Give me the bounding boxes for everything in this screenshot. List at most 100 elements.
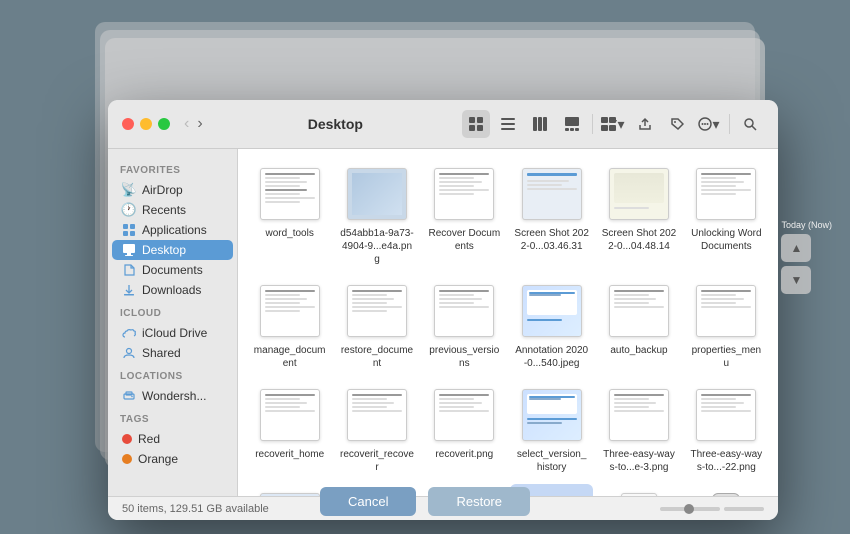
cancel-button[interactable]: Cancel [320, 487, 416, 516]
file-item[interactable]: auto_backup [597, 276, 680, 376]
nav-back-button[interactable]: ‹ [182, 116, 191, 132]
icon-share[interactable] [631, 110, 659, 138]
slider-end [724, 507, 764, 511]
notif-down-button[interactable]: ▼ [781, 266, 811, 294]
file-item[interactable]: properties_menu [685, 276, 768, 376]
file-thumbnail [691, 490, 761, 496]
title-bar: ‹ › Desktop [108, 100, 778, 149]
file-item[interactable]: version_history_mac [597, 484, 680, 496]
toolbar-icons: ▾ [462, 110, 764, 138]
sidebar-item-label: Documents [142, 263, 203, 277]
toolbar-separator-1 [592, 114, 593, 134]
file-thumbnail [255, 165, 325, 223]
file-item[interactable]: word_tools [248, 159, 331, 272]
search-icon[interactable] [736, 110, 764, 138]
file-name: auto_backup [610, 344, 667, 357]
file-item[interactable]: select_version_history [510, 380, 593, 480]
nav-arrows: ‹ › [182, 116, 205, 132]
notification-label: Today (Now) [781, 220, 832, 230]
file-name: previous_versions [427, 344, 502, 370]
icon-gallery-view[interactable] [558, 110, 586, 138]
finder-window: ‹ › Desktop [108, 100, 778, 520]
file-item[interactable]: Recover Documents [423, 159, 506, 272]
sidebar-item-icloud[interactable]: iCloud Drive [112, 323, 233, 343]
file-name: Annotation 2020-0...540.jpeg [514, 344, 589, 370]
cloud-icon [122, 326, 136, 340]
file-thumbnail [517, 165, 587, 223]
file-item[interactable]: finder_gotofolder [685, 484, 768, 496]
file-name: Recover Documents [427, 227, 502, 253]
slider-thumb [684, 504, 694, 514]
file-thumbnail [255, 386, 325, 444]
file-item[interactable]: manage_document [248, 276, 331, 376]
file-thumbnail [604, 386, 674, 444]
person-icon [122, 346, 136, 360]
sidebar-item-desktop[interactable]: Desktop [112, 240, 233, 260]
sidebar-section-favorites: Favorites [108, 157, 237, 180]
file-item[interactable]: Screen Shot 2022-0...03.46.31 [510, 159, 593, 272]
file-thumbnail [429, 282, 499, 340]
file-item[interactable]: version_history [248, 484, 331, 496]
file-thumbnail [255, 282, 325, 340]
sidebar-item-label: Red [138, 432, 160, 446]
file-item[interactable]: Three-easy-ways-to...e-3.png [597, 380, 680, 480]
sidebar-item-tag-orange[interactable]: Orange [112, 449, 233, 469]
sidebar-item-tag-red[interactable]: Red [112, 429, 233, 449]
sidebar-item-documents[interactable]: Documents [112, 260, 233, 280]
icon-grid-view[interactable] [462, 110, 490, 138]
window-title: Desktop [217, 116, 454, 132]
notif-up-button[interactable]: ▲ [781, 234, 811, 262]
file-name: Unlocking Word Documents [689, 227, 764, 253]
icon-arrange[interactable]: ▾ [599, 110, 627, 138]
sidebar: Favorites 📡 AirDrop 🕐 Recents [108, 149, 238, 496]
sidebar-item-shared[interactable]: Shared [112, 343, 233, 363]
file-thumbnail [342, 282, 412, 340]
file-thumbnail [342, 165, 412, 223]
slider-track [660, 507, 720, 511]
file-name: d54abb1a-9a73-4904-9...e4a.png [339, 227, 414, 266]
file-thumbnail [429, 386, 499, 444]
file-name: Three-easy-ways-to...-22.png [689, 448, 764, 474]
file-item[interactable]: d54abb1a-9a73-4904-9...e4a.png [335, 159, 418, 272]
file-thumbnail [604, 165, 674, 223]
file-item[interactable]: Unlocking Word Documents [685, 159, 768, 272]
file-thumbnail [604, 282, 674, 340]
restore-button[interactable]: Restore [428, 487, 530, 516]
sidebar-item-wondershare[interactable]: Wondersh... [112, 386, 233, 406]
sidebar-item-airdrop[interactable]: 📡 AirDrop [112, 180, 233, 200]
grid-container: word_tools d54abb1a-9a73-4904-9...e4a.pn… [248, 159, 768, 496]
file-thumbnail [517, 386, 587, 444]
icon-more[interactable]: ▾ [695, 110, 723, 138]
minimize-button[interactable] [140, 118, 152, 130]
sidebar-item-applications[interactable]: Applications [112, 220, 233, 240]
grid-icon [122, 223, 136, 237]
sidebar-section-icloud: iCloud [108, 300, 237, 323]
file-item[interactable]: Three-easy-ways-to...-22.png [685, 380, 768, 480]
icon-list-view[interactable] [494, 110, 522, 138]
file-item[interactable]: Annotation 2020-0...540.jpeg [510, 276, 593, 376]
sidebar-item-label: Shared [142, 346, 181, 360]
file-name: recoverit_recover [339, 448, 414, 474]
close-button[interactable] [122, 118, 134, 130]
file-item[interactable]: Screen Shot 2022-0...04.48.14 [597, 159, 680, 272]
file-item[interactable]: recoverit_recover [335, 380, 418, 480]
toolbar-separator-2 [729, 114, 730, 134]
fullscreen-button[interactable] [158, 118, 170, 130]
file-thumbnail [691, 282, 761, 340]
sidebar-item-recents[interactable]: 🕐 Recents [112, 200, 233, 220]
icon-tag[interactable] [663, 110, 691, 138]
nav-forward-button[interactable]: › [195, 116, 204, 132]
zoom-slider[interactable] [660, 507, 764, 511]
file-item[interactable]: recoverit_home [248, 380, 331, 480]
sidebar-item-downloads[interactable]: Downloads [112, 280, 233, 300]
notification-widget: Today (Now) ▲ ▼ [781, 220, 832, 294]
file-item[interactable]: previous_versions [423, 276, 506, 376]
file-item[interactable]: restore_document [335, 276, 418, 376]
file-thumbnail [604, 490, 674, 496]
icon-column-view[interactable] [526, 110, 554, 138]
file-thumbnail [255, 490, 325, 496]
status-text: 50 items, 129.51 GB available [122, 503, 269, 515]
file-item[interactable]: recoverit.png [423, 380, 506, 480]
airdrop-icon: 📡 [122, 183, 136, 197]
file-thumbnail [429, 165, 499, 223]
